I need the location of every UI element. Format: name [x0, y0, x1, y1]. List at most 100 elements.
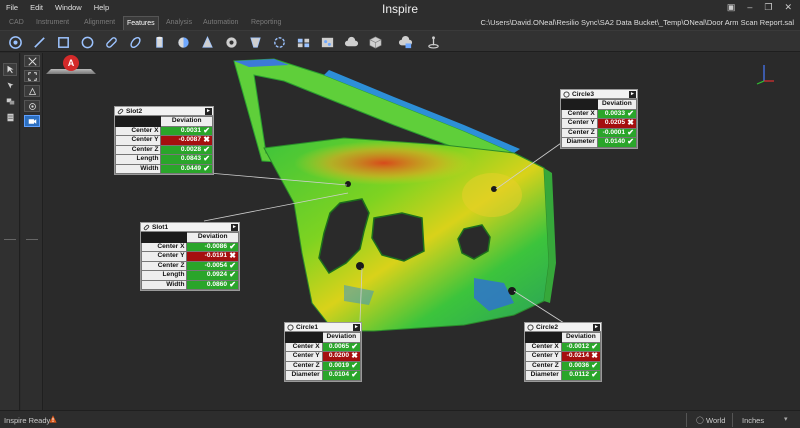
row-label: Center Z	[561, 127, 598, 138]
cloud-check-icon[interactable]	[396, 33, 414, 51]
zoom-extents-icon[interactable]	[24, 70, 40, 82]
3d-viewport[interactable]: A Slot2 ► Deviation Center X 0.0031 ✔ Cent…	[44, 53, 800, 410]
tab-alignment[interactable]: Alignment	[84, 17, 115, 29]
paraboloid-icon[interactable]	[246, 33, 264, 51]
status-divider	[732, 413, 733, 427]
row-label: Length	[140, 270, 188, 281]
column-header: Deviation	[596, 99, 638, 110]
line-icon[interactable]	[30, 33, 48, 51]
frame-selector[interactable]: World	[706, 416, 725, 425]
feature-toolbar	[0, 30, 800, 52]
row-label: Length	[114, 154, 162, 165]
deviation-table: Deviation Center X 0.0033 ✔ Center Y 0.0205…	[561, 99, 638, 148]
cylinder-icon[interactable]	[150, 33, 168, 51]
callout-header: Slot1 ►	[141, 223, 239, 232]
deviation-value: -0.0012	[566, 342, 589, 350]
panel-splitter[interactable]	[26, 239, 38, 240]
callout-slot1[interactable]: Slot1 ► Deviation Center X -0.0086 ✔ Cente…	[140, 222, 240, 291]
deviation-value: -0.0191	[204, 252, 227, 259]
deviation-table: Deviation Center X -0.0086 ✔ Center Y -0.01…	[140, 232, 239, 290]
deviation-value: 0.0860	[206, 280, 227, 288]
deviation-table: Deviation Center X 0.0031 ✔ Center Y -0.008…	[114, 116, 213, 174]
tab-analysis[interactable]: Analysis	[166, 17, 192, 29]
x-icon: ✖	[591, 351, 598, 360]
cloud-icon[interactable]	[342, 33, 360, 51]
display-settings-icon[interactable]	[24, 100, 40, 112]
cone-icon[interactable]	[198, 33, 216, 51]
report-icon[interactable]	[3, 111, 17, 124]
splitter-handle[interactable]	[4, 239, 16, 240]
callout-header: Circle1 ►	[285, 323, 361, 332]
zoom-fit-icon[interactable]	[24, 55, 40, 67]
check-icon: ✔	[351, 370, 358, 379]
slot-icon[interactable]	[102, 33, 120, 51]
check-icon: ✔	[627, 137, 634, 146]
select-arrow-icon[interactable]	[3, 63, 17, 76]
callout-header: Circle2 ►	[525, 323, 601, 332]
callout-circle3[interactable]: Circle3 ► Deviation Center X 0.0033 ✔ Cent…	[560, 89, 638, 149]
target-icon[interactable]	[424, 33, 442, 51]
tab-instrument[interactable]: Instrument	[36, 17, 69, 29]
chevron-down-icon[interactable]: ▾	[784, 415, 788, 423]
restore-icon[interactable]: ❐	[764, 2, 772, 13]
warning-icon[interactable]	[49, 415, 57, 423]
layers-icon[interactable]	[3, 95, 17, 108]
check-icon: ✔	[203, 144, 210, 154]
tab-reporting[interactable]: Reporting	[251, 17, 281, 29]
row-label: Center Y	[561, 118, 598, 129]
callout-title: Slot2	[126, 108, 143, 115]
annotation-marker[interactable]: A	[46, 55, 96, 75]
window-controls: ▣ – ❐ ✕	[727, 2, 792, 13]
row-label: Center Z	[525, 360, 562, 371]
sphere-icon[interactable]	[174, 33, 192, 51]
circle-icon[interactable]	[78, 33, 96, 51]
expand-arrow-icon[interactable]: ►	[205, 108, 212, 115]
tab-cad[interactable]: CAD	[9, 17, 24, 29]
expand-arrow-icon[interactable]: ►	[231, 224, 238, 231]
callout-title: Slot1	[152, 224, 169, 231]
units-selector[interactable]: Inches	[742, 416, 764, 425]
camera-icon[interactable]	[24, 115, 40, 127]
callout-title: Circle3	[572, 91, 594, 98]
close-icon[interactable]: ✕	[784, 2, 792, 13]
check-icon: ✔	[591, 360, 598, 370]
row-label: Center X	[525, 341, 562, 352]
surface-icon[interactable]	[270, 33, 288, 51]
callout-circle2[interactable]: Circle2 ► Deviation Center X -0.0012 ✔ Cen…	[524, 322, 602, 382]
save-icon[interactable]: ▣	[727, 2, 736, 13]
tab-features[interactable]: Features	[123, 16, 159, 30]
circle-icon	[563, 91, 570, 98]
row-label: Center Y	[140, 251, 188, 262]
ellipse-icon[interactable]	[126, 33, 144, 51]
plane-icon[interactable]	[54, 33, 72, 51]
expand-arrow-icon[interactable]: ►	[353, 324, 360, 331]
feature-group-icon[interactable]	[294, 33, 312, 51]
callout-circle1[interactable]: Circle1 ► Deviation Center X 0.0065 ✔ Cent…	[284, 322, 362, 382]
pick-icon[interactable]	[3, 79, 17, 92]
view-controls-panel	[21, 53, 43, 410]
row-label: Center Y	[525, 351, 562, 362]
status-text: Inspire Ready	[4, 416, 51, 425]
row-label: Width	[114, 163, 162, 174]
column-header: Deviation	[560, 332, 602, 343]
minimize-icon[interactable]: –	[747, 2, 752, 13]
column-header: Deviation	[186, 232, 239, 243]
expand-arrow-icon[interactable]: ►	[629, 91, 636, 98]
box-icon[interactable]	[366, 33, 384, 51]
check-icon: ✔	[229, 279, 236, 289]
check-icon: ✔	[229, 241, 236, 251]
tab-automation[interactable]: Automation	[203, 17, 238, 29]
annotation-badge: A	[63, 55, 79, 71]
view-orientation-icon[interactable]	[24, 85, 40, 97]
row-label: Center X	[114, 125, 162, 136]
point-icon[interactable]	[6, 33, 24, 51]
feature-set-icon[interactable]	[318, 33, 336, 51]
expand-arrow-icon[interactable]: ►	[593, 324, 600, 331]
globe-icon: ◯	[696, 417, 704, 424]
callout-slot2[interactable]: Slot2 ► Deviation Center X 0.0031 ✔ Center…	[114, 106, 214, 175]
check-icon: ✔	[351, 360, 358, 370]
row-label: Center Z	[140, 260, 188, 271]
torus-icon[interactable]	[222, 33, 240, 51]
deviation-value: 0.0924	[206, 271, 227, 278]
deviation-value: -0.0001	[602, 128, 625, 136]
